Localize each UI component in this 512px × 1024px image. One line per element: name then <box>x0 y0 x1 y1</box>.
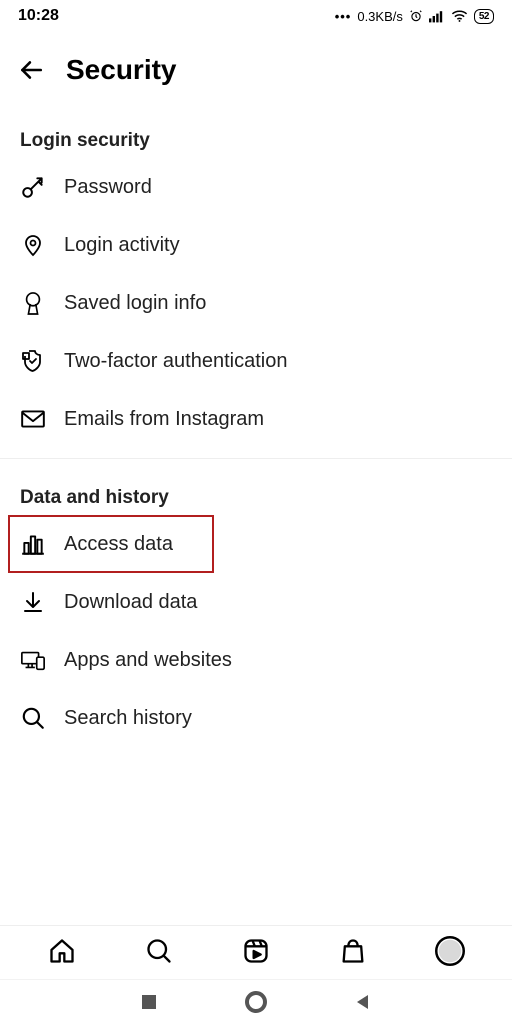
row-emails-instagram[interactable]: Emails from Instagram <box>0 390 512 448</box>
download-icon <box>20 589 46 615</box>
section-data-history-title: Data and history <box>0 459 512 515</box>
label-emails-instagram: Emails from Instagram <box>64 408 264 431</box>
battery-indicator: 52 <box>474 9 494 24</box>
tab-shop[interactable] <box>338 936 368 966</box>
system-nav-bar <box>0 979 512 1024</box>
magnifier-icon <box>20 705 46 731</box>
network-speed: 0.3KB/s <box>357 9 403 24</box>
page-title: Security <box>66 54 177 86</box>
home-button[interactable] <box>245 991 267 1013</box>
back-arrow-icon <box>18 57 44 83</box>
row-saved-login[interactable]: Saved login info <box>0 274 512 332</box>
tab-search[interactable] <box>144 936 174 966</box>
location-pin-icon <box>20 232 46 258</box>
recent-apps-button[interactable] <box>141 994 157 1010</box>
row-two-factor[interactable]: Two-factor authentication <box>0 332 512 390</box>
circle-icon <box>245 991 267 1013</box>
label-access-data: Access data <box>64 533 173 556</box>
profile-avatar-icon <box>435 936 465 966</box>
row-apps-websites[interactable]: Apps and websites <box>0 631 512 689</box>
label-saved-login: Saved login info <box>64 292 206 315</box>
triangle-left-icon <box>355 994 371 1010</box>
tab-reels[interactable] <box>241 936 271 966</box>
label-search-history: Search history <box>64 707 192 730</box>
row-login-activity[interactable]: Login activity <box>0 216 512 274</box>
wifi-icon <box>451 9 468 23</box>
row-download-data[interactable]: Download data <box>0 573 512 631</box>
back-button[interactable] <box>18 57 44 83</box>
search-icon <box>145 937 173 965</box>
section-login-security-title: Login security <box>0 102 512 158</box>
more-dots-icon: ••• <box>335 9 352 24</box>
envelope-icon <box>20 406 46 432</box>
bottom-app-bar <box>0 925 512 976</box>
label-two-factor: Two-factor authentication <box>64 350 287 373</box>
label-apps-websites: Apps and websites <box>64 649 232 672</box>
keyhole-icon <box>20 290 46 316</box>
devices-icon <box>20 647 46 673</box>
row-search-history[interactable]: Search history <box>0 689 512 747</box>
bar-chart-icon <box>20 531 46 557</box>
shield-check-icon <box>20 348 46 374</box>
signal-icon <box>429 9 445 23</box>
alarm-icon <box>409 9 423 23</box>
status-bar: 10:28 ••• 0.3KB/s 52 <box>0 0 512 30</box>
tab-home[interactable] <box>47 936 77 966</box>
status-time: 10:28 <box>18 7 59 25</box>
row-access-data[interactable]: Access data <box>8 515 214 573</box>
key-icon <box>20 174 46 200</box>
home-icon <box>48 937 76 965</box>
label-download-data: Download data <box>64 591 197 614</box>
shopping-bag-icon <box>339 937 367 965</box>
status-indicators: ••• 0.3KB/s 52 <box>335 9 494 24</box>
square-icon <box>141 994 157 1010</box>
label-password: Password <box>64 176 152 199</box>
row-password[interactable]: Password <box>0 158 512 216</box>
reels-icon <box>242 937 270 965</box>
page-header: Security <box>0 30 512 102</box>
label-login-activity: Login activity <box>64 234 180 257</box>
back-nav-button[interactable] <box>355 994 371 1010</box>
tab-profile[interactable] <box>435 936 465 966</box>
